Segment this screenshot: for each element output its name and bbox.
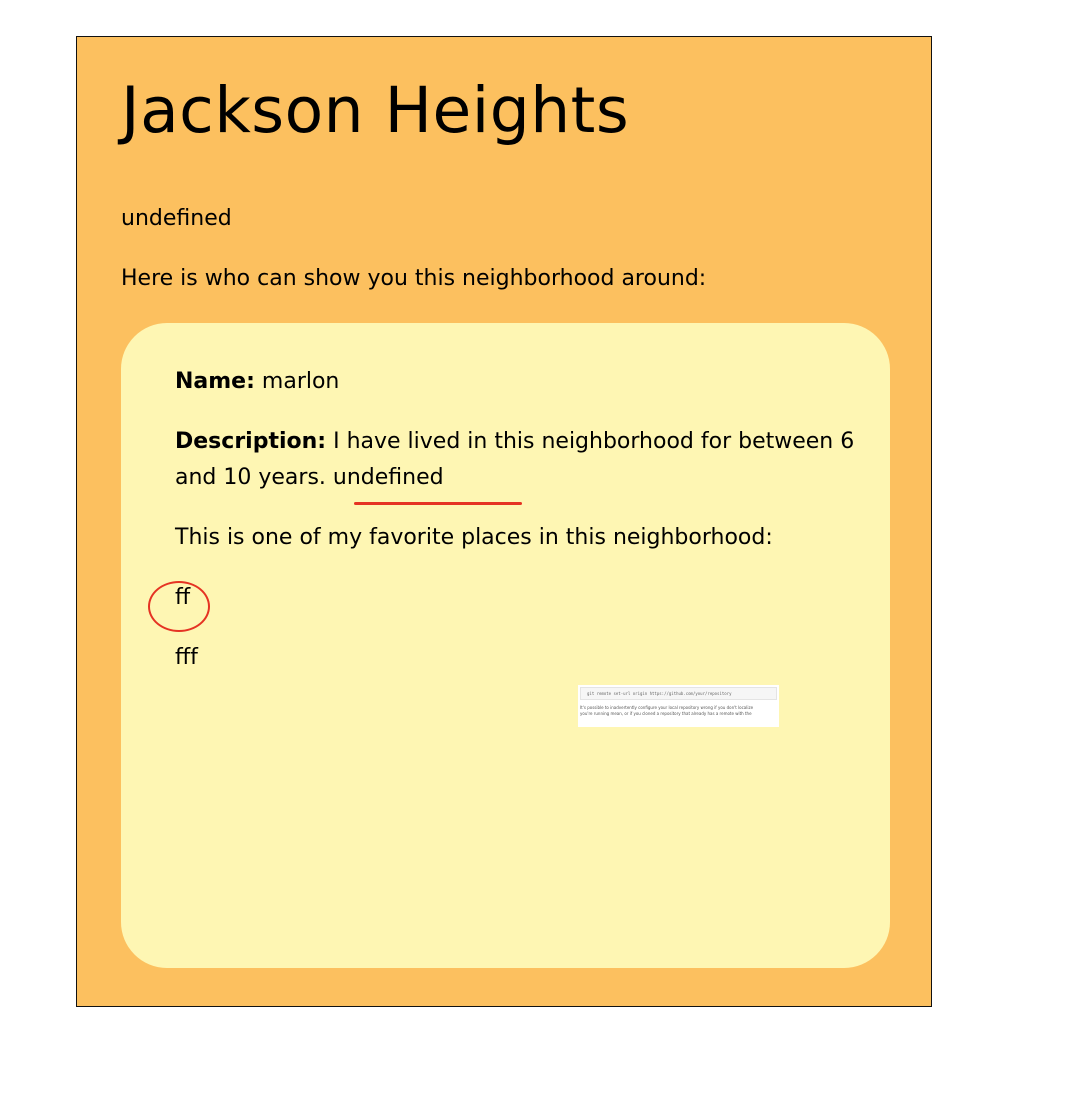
annotation-underline <box>354 502 522 505</box>
guide-card: Name: marlon Description: I have lived i… <box>121 323 890 968</box>
guide-name-value: marlon <box>261 369 340 394</box>
neighborhood-card: Jackson Heights undefined Here is who ca… <box>76 36 932 1007</box>
favorite-place-intro: This is one of my favorite places in thi… <box>175 525 773 550</box>
favorite-place-image: git remote set-url origin https://github… <box>578 685 779 727</box>
guide-description: Description: I have lived in this neighb… <box>175 424 875 496</box>
neighborhood-description: undefined <box>121 206 232 231</box>
image-text-line: you're running mean, or if you cloned a … <box>580 711 752 716</box>
guides-intro-text: Here is who can show you this neighborho… <box>121 266 707 291</box>
guide-name: Name: marlon <box>175 364 339 400</box>
annotation-circle <box>148 581 210 632</box>
guide-name-label: Name: <box>175 369 255 394</box>
page-title: Jackson Heights <box>121 74 630 147</box>
page: Jackson Heights undefined Here is who ca… <box>0 0 1072 1096</box>
guide-description-label: Description: <box>175 429 327 454</box>
favorite-place-detail: fff <box>175 645 198 670</box>
image-code-line: git remote set-url origin https://github… <box>580 687 777 700</box>
